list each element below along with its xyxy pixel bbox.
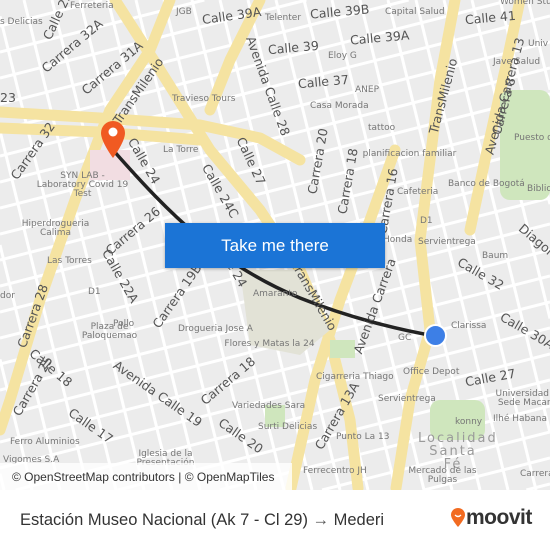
map-label: GC xyxy=(398,333,412,343)
route-title: Estación Museo Nacional (Ak 7 - Cl 29) →… xyxy=(20,511,384,530)
map-label: konny xyxy=(455,417,483,427)
map-label: Puesto de xyxy=(514,133,550,143)
map-label: Casa Morada xyxy=(310,101,369,111)
destination-name: Mederi xyxy=(333,511,385,529)
map-label: Univ xyxy=(528,39,549,49)
map-label: Ferro Aluminios xyxy=(10,437,80,447)
map-pin-icon[interactable] xyxy=(98,118,128,160)
map-label: planificacion familiar xyxy=(362,149,457,159)
map-label: s Delicias xyxy=(0,17,43,27)
moovit-wordmark: moovit xyxy=(466,506,532,529)
map-label: D1 xyxy=(420,216,433,226)
map-label: Servientrega xyxy=(378,394,436,404)
map-label: Cafeteria xyxy=(397,187,439,197)
map-label: Baum xyxy=(482,251,509,261)
footer: Estación Museo Nacional (Ak 7 - Cl 29) →… xyxy=(0,490,550,550)
map-label: Plaza de Paloquemao xyxy=(81,322,138,341)
map-label: Travieso Tours xyxy=(172,94,236,104)
map-label: Office Depot xyxy=(403,367,460,377)
map-label: Amaranto xyxy=(253,289,298,299)
map-label: Surti Delicias xyxy=(258,422,318,432)
map-label: JGB xyxy=(176,7,192,17)
map-label: Las Torres xyxy=(47,256,92,266)
map-label: Variedades Sara xyxy=(232,401,306,411)
take-me-there-button[interactable]: Take me there xyxy=(165,223,385,268)
origin-name: Estación Museo Nacional (Ak 7 - Cl 29) xyxy=(20,511,308,529)
map-label: La Torre xyxy=(163,145,199,155)
map-label: D1 xyxy=(88,287,101,297)
map-label: Ferreteria xyxy=(70,1,114,11)
map-label: Ilhé Habana xyxy=(493,414,547,424)
map-label: Mercado de las Pulgas xyxy=(408,466,477,485)
map-label: Drogueria Jose A xyxy=(178,324,253,334)
map-label: 23 xyxy=(0,90,16,105)
map-label: Flores y Matas la 24 xyxy=(224,339,315,349)
map-label: dor xyxy=(0,291,15,301)
moovit-pin-icon xyxy=(451,508,465,527)
map-label: SYN LAB - Laboratory Covid 19 Test xyxy=(36,171,129,199)
map-label: Servientrega xyxy=(418,237,476,247)
map-label: Biblio Parqu xyxy=(527,184,550,194)
take-me-there-label: Take me there xyxy=(221,235,329,255)
map-label: Clarissa xyxy=(451,321,487,331)
map-label: Pollo xyxy=(113,319,135,329)
map-label: Banco de Bogotá xyxy=(448,179,525,189)
map-label: Carrera 2 xyxy=(520,469,550,479)
map[interactable]: Ferreteria JGB Calle 39A Telenter Calle 39B C… xyxy=(0,0,550,490)
map-label: Universidad Dist Sede Macarena xyxy=(495,389,550,408)
map-label: Capital Salud xyxy=(385,7,445,17)
map-label: Telenter xyxy=(265,13,302,23)
map-label: Eloy G xyxy=(328,51,357,61)
map-label: Honda xyxy=(383,235,413,245)
map-label: Ferrecentro JH xyxy=(303,466,367,476)
map-label: Hiperdrogueria Calima xyxy=(21,219,90,238)
map-label: tattoo xyxy=(368,123,396,133)
map-label: ANEP xyxy=(355,85,380,95)
moovit-logo[interactable]: moovit xyxy=(450,506,532,530)
map-label: Women Stu xyxy=(500,0,550,7)
map-attribution[interactable]: © OpenStreetMap contributors | © OpenMap… xyxy=(0,463,292,490)
location-dot-icon[interactable] xyxy=(424,324,447,347)
arrow-right-icon: → xyxy=(312,511,330,529)
map-label: Punto La 13 xyxy=(336,432,390,442)
map-label: Cigarreria Thiago xyxy=(316,372,394,382)
